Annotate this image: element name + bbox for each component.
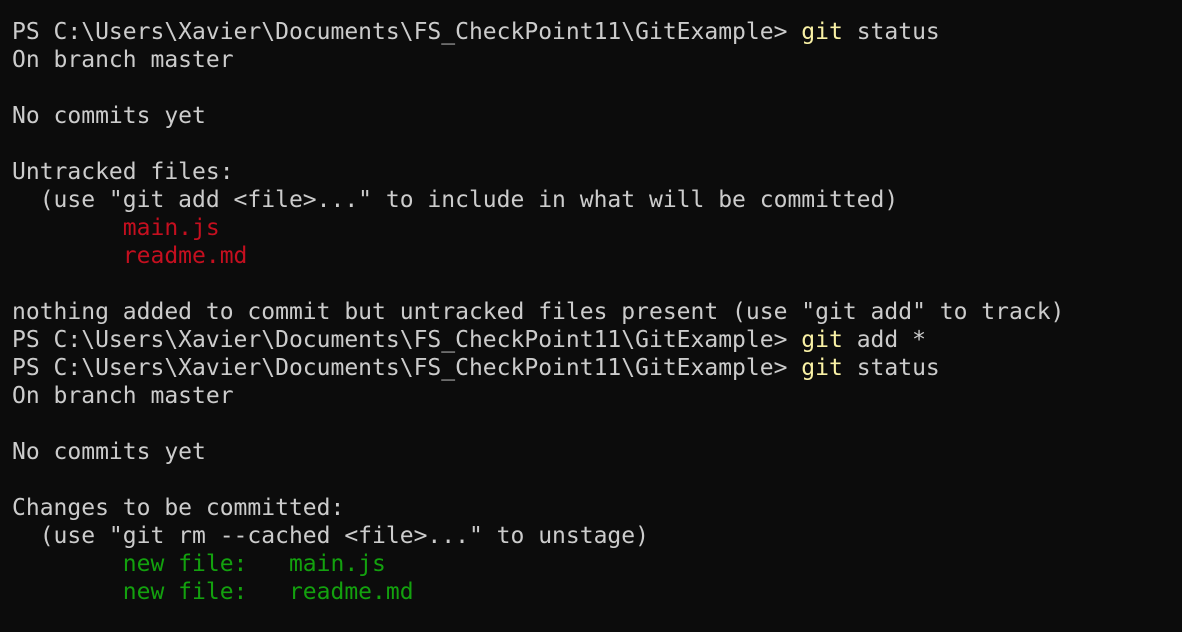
terminal-window[interactable]: PS C:\Users\Xavier\Documents\FS_CheckPoi… [0,0,1182,632]
output-text: readme.md [12,243,248,269]
terminal-line: No commits yet [12,438,1170,466]
command-text: git [801,19,843,45]
output-text: PS C:\Users\Xavier\Documents\FS_CheckPoi… [12,327,802,353]
terminal-line: Changes to be committed: [12,494,1170,522]
output-text: new file: readme.md [12,579,414,605]
terminal-line: Untracked files: [12,158,1170,186]
output-text: new file: main.js [12,551,386,577]
terminal-line: new file: main.js [12,550,1170,578]
output-text: (use "git rm --cached <file>..." to unst… [12,523,649,549]
terminal-line: PS C:\Users\Xavier\Documents\FS_CheckPoi… [12,354,1170,382]
output-text: PS C:\Users\Xavier\Documents\FS_CheckPoi… [12,19,802,45]
output-text: On branch master [12,383,234,409]
output-text: status [842,355,940,381]
terminal-line: On branch master [12,46,1170,74]
terminal-line: readme.md [12,242,1170,270]
terminal-line: On branch master [12,382,1170,410]
output-text: No commits yet [12,439,206,465]
command-text: git [801,355,843,381]
output-text: No commits yet [12,103,206,129]
output-text: PS C:\Users\Xavier\Documents\FS_CheckPoi… [12,355,802,381]
terminal-line: new file: readme.md [12,578,1170,606]
terminal-line: (use "git add <file>..." to include in w… [12,186,1170,214]
terminal-line: (use "git rm --cached <file>..." to unst… [12,522,1170,550]
terminal-line: No commits yet [12,102,1170,130]
terminal-line: PS C:\Users\Xavier\Documents\FS_CheckPoi… [12,18,1170,46]
output-text: Changes to be committed: [12,495,345,521]
output-text: add * [842,327,926,353]
output-text: nothing added to commit but untracked fi… [12,299,1065,325]
terminal-line: main.js [12,214,1170,242]
output-text: status [842,19,940,45]
output-text: (use "git add <file>..." to include in w… [12,187,899,213]
terminal-line: nothing added to commit but untracked fi… [12,298,1170,326]
output-text: main.js [12,215,220,241]
output-text: Untracked files: [12,159,234,185]
terminal-line: PS C:\Users\Xavier\Documents\FS_CheckPoi… [12,326,1170,354]
output-text: On branch master [12,47,234,73]
command-text: git [801,327,843,353]
